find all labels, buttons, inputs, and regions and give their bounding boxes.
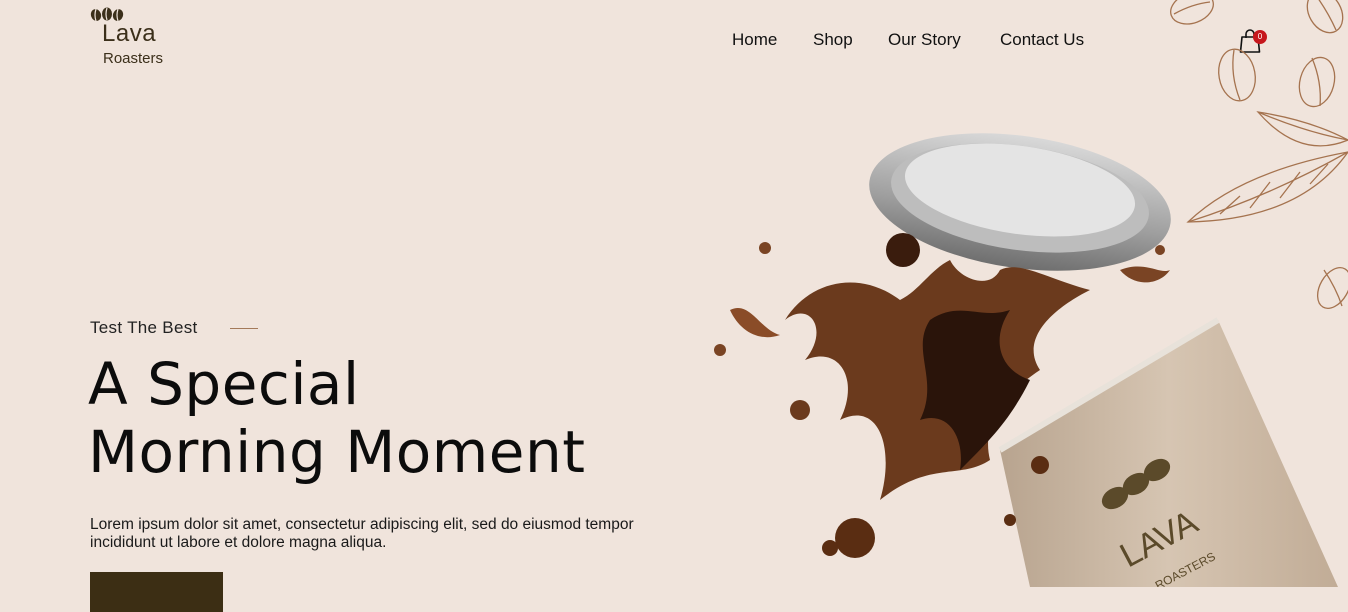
- brand-logo[interactable]: Lava Roasters: [90, 4, 190, 68]
- hero-headline-line-1: A Special: [88, 350, 360, 418]
- tagline-divider: [230, 328, 258, 329]
- brand-name: Lava: [102, 20, 157, 47]
- hero-cta-button[interactable]: [90, 572, 223, 612]
- coffee-splash-illustration: LAVA ROASTERS: [714, 133, 1338, 587]
- hero-description: Lorem ipsum dolor sit amet, consectetur …: [90, 515, 634, 551]
- nav-link-shop[interactable]: Shop: [813, 30, 853, 50]
- nav-link-contact-us[interactable]: Contact Us: [1000, 30, 1084, 50]
- hero-headline-line-2: Morning Moment: [88, 418, 586, 486]
- hero-headline: A Special Morning Moment: [88, 350, 585, 486]
- nav-link-our-story[interactable]: Our Story: [888, 30, 961, 50]
- hero-tagline: Test The Best: [90, 318, 198, 337]
- nav-link-home[interactable]: Home: [732, 30, 777, 50]
- brand-subtitle: Roasters: [103, 50, 164, 67]
